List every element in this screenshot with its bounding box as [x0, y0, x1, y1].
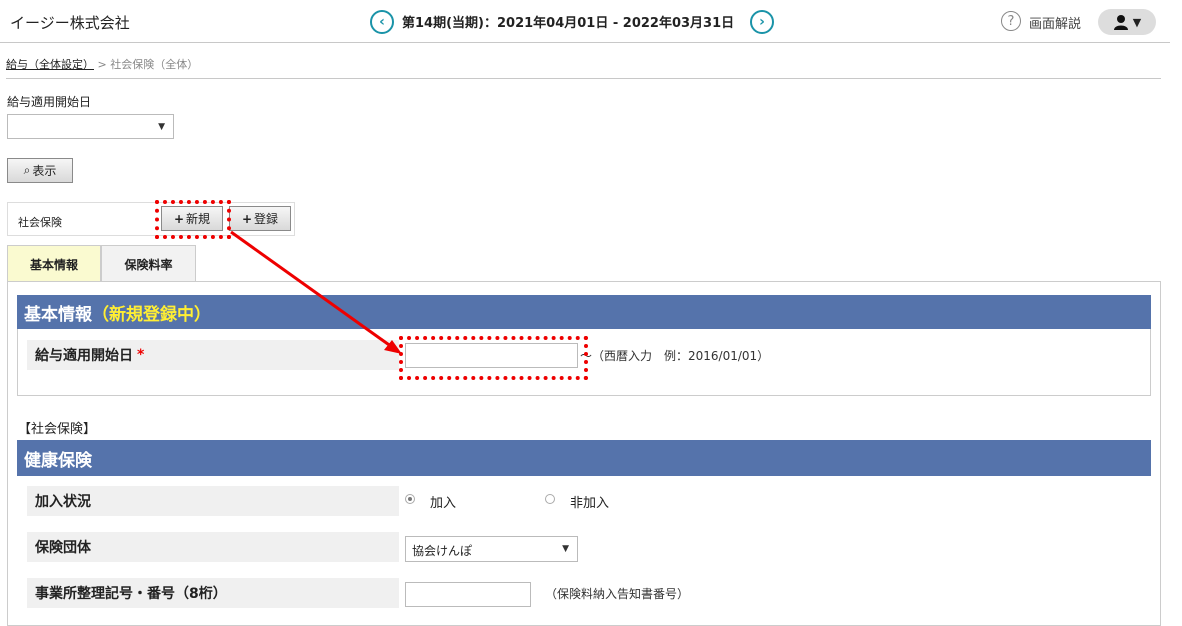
office-number-hint: （保険料納入告知書番号） [545, 587, 690, 601]
radio-not-join[interactable] [545, 494, 555, 504]
radio-not-join-label[interactable]: 非加入 [570, 492, 609, 511]
start-date-label: 給与適用開始日 * [27, 340, 399, 370]
basic-info-header: 基本情報 （新規登録中） [17, 295, 1151, 329]
chevron-right-icon: › [759, 14, 765, 30]
insurer-select[interactable]: 協会けんぽ ▼ [405, 536, 578, 562]
office-number-label: 事業所整理記号・番号（8桁） [27, 578, 399, 608]
help-link[interactable]: 画面解説 [1029, 13, 1081, 32]
breadcrumb-link-salary[interactable]: 給与（全体設定） [6, 58, 94, 71]
new-button-highlight [155, 200, 231, 239]
filter-start-date-select[interactable]: ▼ [7, 114, 174, 139]
radio-join-label[interactable]: 加入 [430, 492, 456, 511]
show-button-label: 表示 [32, 164, 57, 178]
radio-join[interactable] [405, 494, 415, 504]
health-insurance-header: 健康保険 [17, 440, 1151, 476]
help-icon[interactable]: ? [1001, 11, 1021, 31]
chevron-left-icon: ‹ [379, 14, 385, 30]
breadcrumb: 給与（全体設定） > 社会保険（全体） [6, 56, 198, 72]
tab-basic-info[interactable]: 基本情報 [7, 245, 101, 282]
divider [6, 78, 1161, 79]
tab-premium-rate[interactable]: 保険料率 [101, 245, 196, 282]
caret-down-icon: ▼ [562, 544, 569, 554]
social-insurance-section-label: 【社会保険】 [18, 422, 97, 437]
search-icon: ⌕ [23, 163, 31, 177]
next-period-button[interactable]: › [750, 10, 774, 34]
insurer-select-value: 協会けんぽ [412, 544, 473, 558]
fiscal-period: 第14期(当期)：2021年04月01日 - 2022年03月31日 [402, 16, 735, 31]
register-button-label: 登録 [254, 212, 279, 226]
show-button[interactable]: ⌕ 表示 [7, 158, 73, 183]
breadcrumb-separator: > [97, 58, 107, 71]
caret-down-icon: ▼ [158, 122, 165, 132]
start-date-hint: ～（西暦入力 例：2016/01/01） [580, 349, 770, 363]
radio-selected-dot [408, 497, 412, 501]
insurer-label: 保険団体 [27, 532, 399, 562]
health-insurance-title: 健康保険 [24, 450, 92, 471]
company-name: イージー株式会社 [10, 14, 130, 32]
breadcrumb-current: 社会保険（全体） [110, 58, 199, 71]
plus-icon: + [241, 211, 253, 226]
basic-info-title: 基本情報 [24, 304, 92, 325]
join-status-label: 加入状況 [27, 486, 399, 516]
start-date-label-text: 給与適用開始日 [35, 348, 133, 364]
required-mark: * [137, 347, 145, 363]
office-number-input[interactable] [405, 582, 531, 607]
user-menu-button[interactable]: ▼ [1098, 9, 1156, 35]
toolbar-label: 社会保険 [18, 216, 62, 229]
user-icon [1113, 15, 1128, 30]
start-date-highlight [399, 336, 588, 380]
prev-period-button[interactable]: ‹ [370, 10, 394, 34]
registration-status: （新規登録中） [92, 304, 211, 325]
register-button[interactable]: + 登録 [229, 206, 291, 231]
chevron-down-icon: ▼ [1132, 15, 1142, 29]
filter-start-date-label: 給与適用開始日 [7, 95, 92, 109]
